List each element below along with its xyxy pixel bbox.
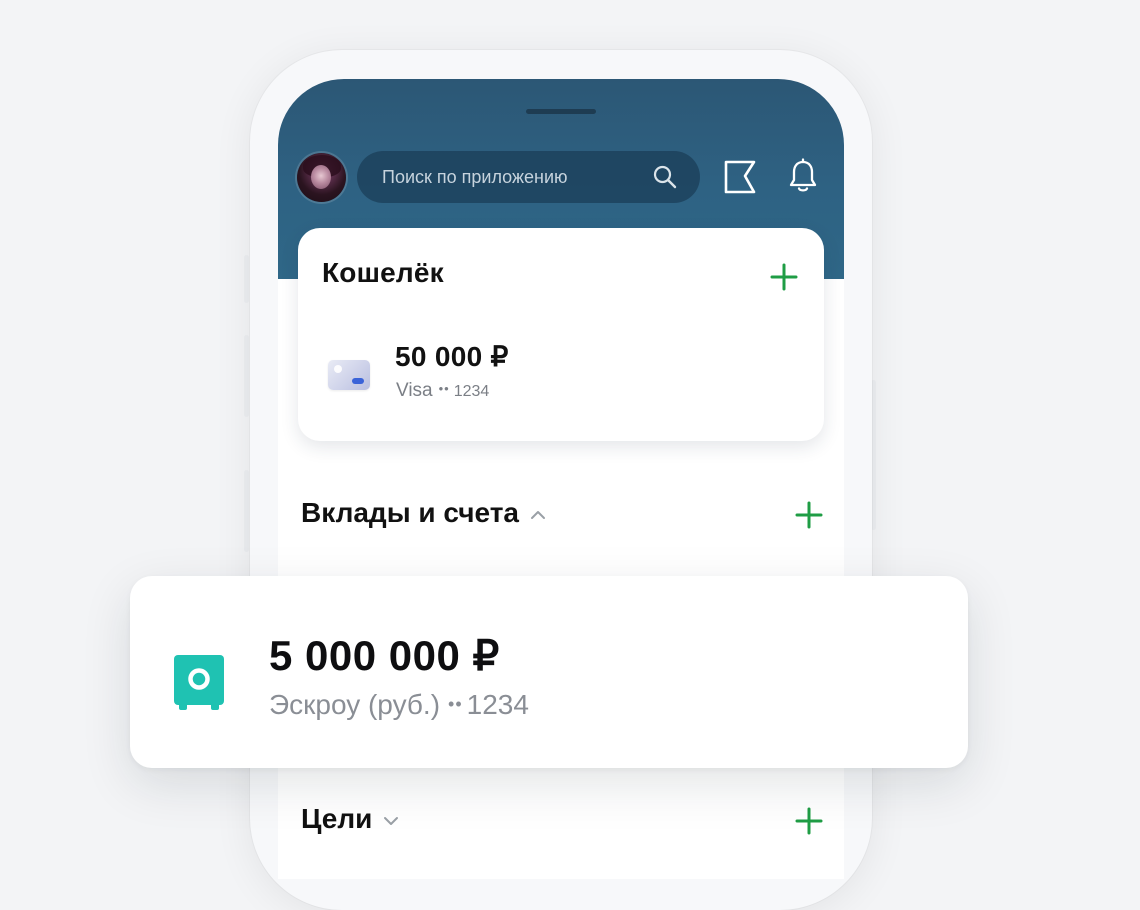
add-wallet-plus-icon[interactable] — [769, 262, 799, 292]
wallet-card-details: Visa •• 1234 — [396, 380, 489, 402]
wallet-title: Кошелёк — [322, 257, 444, 288]
safe-icon — [174, 655, 224, 710]
wallet-card-balance[interactable]: 50 000 ₽ — [395, 340, 509, 373]
bell-icon[interactable] — [788, 158, 818, 194]
bank-card-icon[interactable] — [328, 360, 370, 390]
card-shine — [334, 365, 342, 373]
avatar[interactable] — [297, 153, 346, 202]
add-goal-plus-icon[interactable] — [794, 806, 824, 836]
escrow-account-details: Эскроу (руб.) •• 1234 — [269, 689, 529, 721]
goals-section-title[interactable]: Цели — [301, 803, 400, 835]
phone-volume-up-button — [244, 335, 249, 417]
card-last4: 1234 — [453, 383, 490, 400]
sheet-grabber[interactable] — [526, 109, 596, 114]
card-mask-dots: •• — [438, 381, 450, 396]
account-mask-dots: •• — [448, 694, 463, 714]
deposits-section-title[interactable]: Вклады и счета — [301, 497, 547, 529]
phone-side-button — [244, 255, 249, 303]
escrow-balance: 5 000 000 ₽ — [269, 632, 500, 679]
card-chip — [352, 378, 364, 384]
account-name: Эскроу (руб.) — [269, 689, 441, 720]
flag-icon[interactable] — [722, 159, 758, 195]
chevron-up-icon[interactable] — [529, 509, 547, 521]
wallet-card: Кошелёк 50 000 ₽ Visa •• 1234 — [298, 228, 824, 441]
deposits-title-label: Вклады и счета — [301, 497, 519, 528]
goals-title-label: Цели — [301, 803, 373, 834]
escrow-account-card[interactable]: 5 000 000 ₽ Эскроу (руб.) •• 1234 — [130, 576, 968, 768]
search-placeholder: Поиск по приложению — [382, 167, 568, 187]
account-last4: 1234 — [466, 689, 529, 720]
search-icon — [653, 165, 677, 189]
chevron-down-icon[interactable] — [382, 815, 400, 827]
avatar-face — [311, 165, 331, 189]
search-input[interactable]: Поиск по приложению — [357, 151, 700, 203]
phone-volume-down-button — [244, 470, 249, 552]
add-deposit-plus-icon[interactable] — [794, 500, 824, 530]
card-brand: Visa — [396, 380, 433, 401]
